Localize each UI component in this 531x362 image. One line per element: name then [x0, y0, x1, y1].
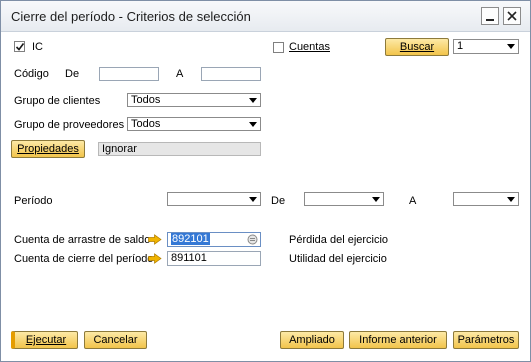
link-arrow-icon[interactable] — [148, 234, 162, 245]
codigo-to-input[interactable] — [201, 67, 261, 81]
codigo-label: Código — [14, 68, 49, 80]
search-list-icon[interactable] — [247, 234, 258, 245]
grupo-proveedores-label: Grupo de proveedores — [14, 119, 125, 131]
buscar-select-value: 1 — [457, 40, 464, 52]
cuenta-cierre-description: Utilidad del ejercicio — [289, 253, 387, 265]
ampliado-button[interactable]: Ampliado — [280, 331, 344, 349]
cuenta-arrastre-input[interactable]: 892101 — [167, 232, 261, 247]
cancelar-button-label: Cancelar — [93, 334, 138, 346]
cuenta-cierre-label: Cuenta de cierre del período — [14, 253, 154, 265]
codigo-to-label: A — [176, 68, 184, 80]
ic-label: IC — [32, 41, 43, 53]
parametros-button-label: Parámetros — [457, 334, 515, 346]
chevron-down-icon — [507, 44, 515, 49]
periodo-to-select[interactable] — [453, 192, 519, 206]
link-arrow-icon[interactable] — [148, 253, 162, 264]
close-icon — [507, 11, 517, 21]
ampliado-button-label: Ampliado — [289, 334, 335, 346]
grupo-clientes-value: Todos — [131, 94, 161, 106]
chevron-down-icon — [249, 122, 257, 127]
propiedades-value-field: Ignorar — [98, 142, 261, 156]
cuenta-arrastre-description: Pérdida del ejercicio — [289, 234, 389, 246]
periodo-from-label: De — [271, 195, 286, 207]
dialog-window: Cierre del período - Criterios de selecc… — [0, 0, 531, 362]
grupo-proveedores-value: Todos — [131, 118, 161, 130]
periodo-select[interactable] — [167, 192, 261, 206]
chevron-down-icon — [249, 197, 257, 202]
periodo-from-select[interactable] — [304, 192, 384, 206]
ic-checkbox[interactable] — [14, 41, 25, 52]
buscar-select[interactable]: 1 — [453, 39, 519, 54]
parametros-button[interactable]: Parámetros — [453, 331, 519, 349]
periodo-label: Período — [14, 195, 53, 207]
informe-anterior-button-label: Informe anterior — [359, 334, 437, 346]
cuenta-arrastre-label: Cuenta de arrastre de saldo — [14, 234, 151, 246]
propiedades-button[interactable]: Propiedades — [11, 140, 85, 158]
cuenta-arrastre-value: 892101 — [171, 233, 210, 245]
cancelar-button[interactable]: Cancelar — [84, 331, 147, 349]
codigo-from-label: De — [65, 68, 80, 80]
window-title: Cierre del período - Criterios de selecc… — [11, 9, 251, 24]
buscar-button-label: Buscar — [399, 41, 435, 53]
ejecutar-button[interactable]: Ejecutar — [11, 331, 78, 349]
grupo-proveedores-select[interactable]: Todos — [127, 117, 261, 131]
chevron-down-icon — [372, 197, 380, 202]
minimize-icon — [486, 19, 494, 21]
chevron-down-icon — [249, 98, 257, 103]
title-bar: Cierre del período - Criterios de selecc… — [1, 1, 530, 32]
cuenta-cierre-input[interactable]: 891101 — [167, 251, 261, 266]
minimize-button[interactable] — [481, 7, 499, 25]
close-button[interactable] — [503, 7, 521, 25]
buscar-button[interactable]: Buscar — [385, 38, 449, 56]
cuentas-label: Cuentas — [289, 41, 330, 53]
codigo-from-input[interactable] — [99, 67, 159, 81]
propiedades-button-label: Propiedades — [17, 143, 79, 155]
ejecutar-button-label: Ejecutar — [25, 334, 67, 346]
informe-anterior-button[interactable]: Informe anterior — [349, 331, 447, 349]
cuentas-checkbox[interactable] — [273, 42, 284, 53]
checkmark-icon — [15, 43, 25, 51]
grupo-clientes-label: Grupo de clientes — [14, 95, 101, 107]
chevron-down-icon — [507, 197, 515, 202]
periodo-to-label: A — [409, 195, 417, 207]
grupo-clientes-select[interactable]: Todos — [127, 93, 261, 107]
